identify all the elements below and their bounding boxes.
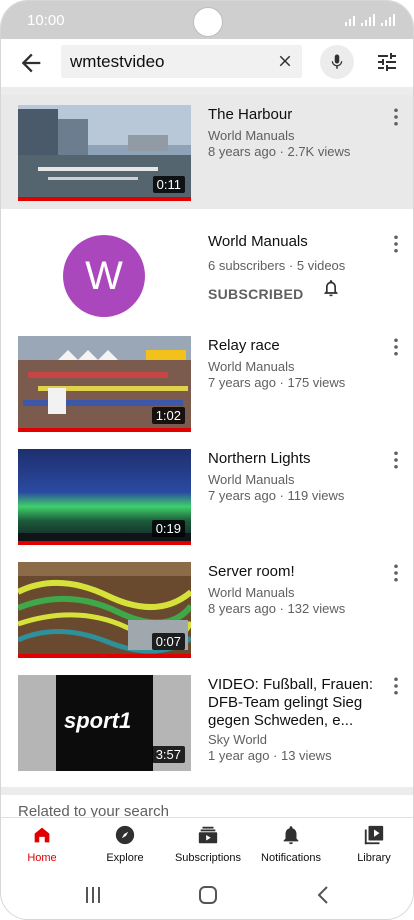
video-title: Northern Lights — [208, 450, 311, 467]
video-duration: 0:07 — [151, 633, 185, 650]
nav-label: Explore — [106, 852, 144, 864]
compass-icon — [115, 825, 135, 845]
more-options-icon[interactable] — [389, 451, 403, 469]
nav-label: Library — [357, 852, 391, 864]
nav-label: Notifications — [261, 852, 321, 864]
bell-icon — [283, 826, 299, 845]
video-duration: 3:57 — [151, 746, 185, 763]
video-thumbnail[interactable]: 0:11 — [18, 105, 191, 201]
video-channel: Sky World — [208, 732, 267, 747]
clear-search-icon[interactable] — [276, 52, 294, 70]
video-thumbnail[interactable]: 1:02 — [18, 336, 191, 432]
watched-progress-bar — [18, 541, 191, 545]
video-duration: 1:02 — [151, 407, 185, 424]
home-icon — [34, 827, 50, 843]
video-stats: 7 years ago · 119 views — [208, 488, 345, 503]
subscriptions-icon — [198, 826, 218, 844]
nav-label: Subscriptions — [174, 852, 242, 864]
related-heading: Related to your search — [18, 803, 169, 817]
video-channel: World Manuals — [208, 128, 295, 143]
more-options-icon[interactable] — [389, 677, 403, 695]
watched-progress-bar — [18, 197, 191, 201]
video-thumbnail[interactable]: sport1 3:57 — [18, 675, 191, 771]
video-result[interactable]: 0:07 Server room! World Manuals 8 years … — [1, 554, 413, 666]
video-result[interactable]: 0:19 Northern Lights World Manuals 7 yea… — [1, 441, 413, 553]
video-title: Relay race — [208, 337, 280, 354]
voice-search-button[interactable] — [320, 45, 354, 79]
watched-progress-bar — [18, 654, 191, 658]
video-thumbnail[interactable]: 0:07 — [18, 562, 191, 658]
channel-name: World Manuals — [208, 233, 308, 250]
more-options-icon[interactable] — [389, 338, 403, 356]
video-result[interactable]: 0:11 The Harbour World Manuals 8 years a… — [1, 95, 413, 209]
nav-explore[interactable]: Explore — [84, 824, 166, 864]
search-header: wmtestvideo — [1, 39, 413, 87]
video-stats: 8 years ago · 132 views — [208, 601, 346, 616]
subscribed-button[interactable]: SUBSCRIBED — [208, 286, 380, 302]
search-query-text: wmtestvideo — [70, 52, 165, 71]
video-title: Server room! — [208, 563, 295, 580]
signal-indicators — [345, 14, 395, 26]
header-divider — [1, 87, 413, 95]
phone-screen: 10:00 wmtestvideo 0:11 The Harbour World… — [0, 0, 414, 920]
back-arrow-icon[interactable] — [17, 49, 45, 77]
cell-signal-2-icon — [381, 14, 395, 26]
nav-notifications[interactable]: Notifications — [250, 824, 332, 864]
channel-avatar[interactable]: W — [63, 235, 145, 317]
sport1-logo-text: sport1 — [64, 708, 132, 733]
nav-subscriptions[interactable]: Subscriptions — [167, 824, 249, 864]
search-filters-icon[interactable] — [375, 50, 399, 74]
recent-apps-icon[interactable] — [83, 885, 103, 905]
section-divider — [1, 787, 413, 795]
video-result[interactable]: 1:02 Relay race World Manuals 7 years ag… — [1, 327, 413, 439]
library-icon — [364, 825, 384, 845]
more-options-icon[interactable] — [389, 564, 403, 582]
video-title: The Harbour — [208, 106, 293, 123]
video-stats: 7 years ago · 175 views — [208, 375, 346, 390]
front-camera — [193, 7, 223, 37]
status-time: 10:00 — [27, 12, 65, 29]
more-options-icon[interactable] — [389, 235, 403, 253]
video-channel: World Manuals — [208, 472, 295, 487]
video-title: VIDEO: Fußball, Frauen: DFB-Team gelingt… — [208, 676, 374, 729]
nav-library[interactable]: Library — [333, 824, 413, 864]
system-navigation-bar — [1, 869, 413, 919]
watched-progress-bar — [18, 428, 191, 432]
search-input[interactable]: wmtestvideo — [61, 45, 302, 78]
video-channel: World Manuals — [208, 359, 295, 374]
video-duration: 0:19 — [151, 520, 185, 537]
channel-stats: 6 subscribers · 5 videos — [208, 258, 346, 273]
nav-label: Home — [27, 852, 57, 864]
status-bar: 10:00 — [1, 1, 413, 39]
nav-home[interactable]: Home — [1, 824, 83, 864]
video-thumbnail[interactable]: 0:19 — [18, 449, 191, 545]
video-channel: World Manuals — [208, 585, 295, 600]
bottom-navigation: Home Explore Subscriptions Notifications… — [1, 817, 413, 869]
home-button-icon[interactable] — [198, 885, 218, 905]
wifi-signal-icon — [345, 16, 355, 26]
video-stats: 1 year ago · 13 views — [208, 748, 332, 763]
more-options-icon[interactable] — [389, 108, 403, 126]
microphone-icon — [331, 54, 343, 69]
notification-bell-icon[interactable] — [321, 277, 341, 299]
channel-result[interactable]: W World Manuals 6 subscribers · 5 videos… — [1, 209, 413, 325]
video-duration: 0:11 — [152, 176, 185, 193]
cell-signal-icon — [361, 14, 375, 26]
back-button-icon[interactable] — [314, 885, 334, 905]
video-stats: 8 years ago · 2.7K views — [208, 144, 351, 159]
video-result[interactable]: sport1 3:57 VIDEO: Fußball, Frauen: DFB-… — [1, 667, 413, 783]
